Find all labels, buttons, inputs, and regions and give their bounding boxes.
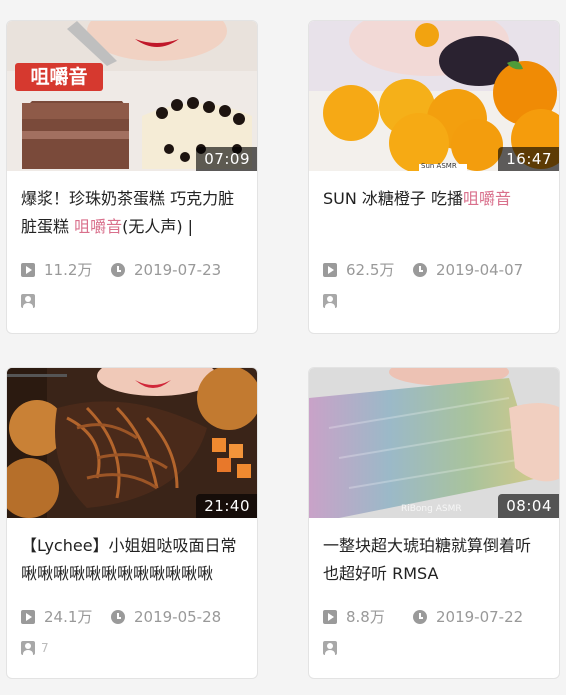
upload-date: 2019-07-22 bbox=[413, 608, 523, 626]
view-count-value: 62.5万 bbox=[346, 261, 395, 279]
video-title[interactable]: SUN 冰糖橙子 吃播咀嚼音 bbox=[323, 185, 545, 241]
video-title[interactable]: 爆浆！珍珠奶茶蛋糕 巧克力脏脏蛋糕 咀嚼音(无人声) | bbox=[21, 185, 243, 241]
title-text: 一整块超大琥珀糖就算倒着听也超好听 RMSA bbox=[323, 536, 532, 583]
view-count: 62.5万 bbox=[323, 259, 413, 280]
clock-icon bbox=[111, 262, 125, 277]
view-count: 11.2万 bbox=[21, 259, 111, 280]
user-icon bbox=[21, 641, 35, 655]
duration-badge: 07:09 bbox=[196, 147, 257, 171]
view-count-value: 11.2万 bbox=[44, 261, 93, 279]
upload-date: 2019-07-23 bbox=[111, 261, 221, 279]
thumbnail-overlay-text: 咀嚼音 bbox=[30, 66, 88, 88]
author-name[interactable]: 7 bbox=[41, 641, 49, 655]
thumbnail-watermark: RiBong ASMR bbox=[401, 504, 462, 514]
author-row[interactable] bbox=[323, 641, 545, 655]
video-thumbnail[interactable]: RiBong ASMR 08:04 bbox=[309, 368, 559, 518]
video-meta: 8.8万 2019-07-22 bbox=[323, 606, 545, 627]
user-icon bbox=[21, 294, 35, 308]
title-text: SUN 冰糖橙子 吃播 bbox=[323, 189, 464, 208]
play-count-icon bbox=[21, 609, 35, 624]
clock-icon bbox=[413, 262, 427, 277]
video-meta: 62.5万 2019-04-07 bbox=[323, 259, 545, 280]
video-card[interactable]: Sun ASMR 16:47 SUN 冰糖橙子 吃播咀嚼音 62.5万 2019… bbox=[308, 20, 560, 334]
clock-icon bbox=[413, 609, 427, 624]
title-text: 【Lychee】小姐姐哒吸面日常啾啾啾啾啾啾啾啾啾啾啾啾 bbox=[21, 536, 237, 583]
upload-date: 2019-04-07 bbox=[413, 261, 523, 279]
view-count-value: 24.1万 bbox=[44, 608, 93, 626]
user-icon bbox=[323, 641, 337, 655]
title-highlight: 咀嚼音 bbox=[74, 217, 123, 236]
title-text-tail: (无人声) | bbox=[122, 217, 194, 236]
video-card[interactable]: RiBong ASMR 08:04 一整块超大琥珀糖就算倒着听也超好听 RMSA… bbox=[308, 367, 560, 679]
play-count-icon bbox=[21, 262, 35, 277]
upload-date-value: 2019-05-28 bbox=[134, 607, 222, 626]
video-card[interactable]: 21:40 【Lychee】小姐姐哒吸面日常啾啾啾啾啾啾啾啾啾啾啾啾 24.1万… bbox=[6, 367, 258, 679]
thumbnail-watermark: Sun ASMR bbox=[421, 162, 457, 170]
clock-icon bbox=[111, 609, 125, 624]
play-count-icon bbox=[323, 262, 337, 277]
view-count-value: 8.8万 bbox=[346, 608, 385, 626]
view-count: 24.1万 bbox=[21, 606, 111, 627]
video-thumbnail[interactable]: Sun ASMR 16:47 bbox=[309, 21, 559, 171]
duration-badge: 16:47 bbox=[498, 147, 559, 171]
author-row[interactable] bbox=[323, 294, 545, 308]
video-meta: 11.2万 2019-07-23 bbox=[21, 259, 243, 280]
upload-date: 2019-05-28 bbox=[111, 608, 221, 626]
duration-badge: 21:40 bbox=[196, 494, 257, 518]
upload-date-value: 2019-04-07 bbox=[436, 260, 524, 279]
upload-date-value: 2019-07-23 bbox=[134, 260, 222, 279]
upload-date-value: 2019-07-22 bbox=[436, 607, 524, 626]
user-icon bbox=[323, 294, 337, 308]
title-highlight: 咀嚼音 bbox=[463, 189, 512, 208]
video-title[interactable]: 一整块超大琥珀糖就算倒着听也超好听 RMSA bbox=[323, 532, 545, 588]
video-thumbnail[interactable]: 21:40 bbox=[7, 368, 257, 518]
video-meta: 24.1万 2019-05-28 bbox=[21, 606, 243, 627]
video-thumbnail[interactable]: 咀嚼音 07:09 bbox=[7, 21, 257, 171]
video-card[interactable]: 咀嚼音 07:09 爆浆！珍珠奶茶蛋糕 巧克力脏脏蛋糕 咀嚼音(无人声) | 1… bbox=[6, 20, 258, 334]
author-row[interactable] bbox=[21, 294, 243, 308]
play-count-icon bbox=[323, 609, 337, 624]
view-count: 8.8万 bbox=[323, 606, 413, 627]
video-title[interactable]: 【Lychee】小姐姐哒吸面日常啾啾啾啾啾啾啾啾啾啾啾啾 bbox=[21, 532, 243, 588]
author-row[interactable]: 7 bbox=[21, 641, 243, 655]
duration-badge: 08:04 bbox=[498, 494, 559, 518]
